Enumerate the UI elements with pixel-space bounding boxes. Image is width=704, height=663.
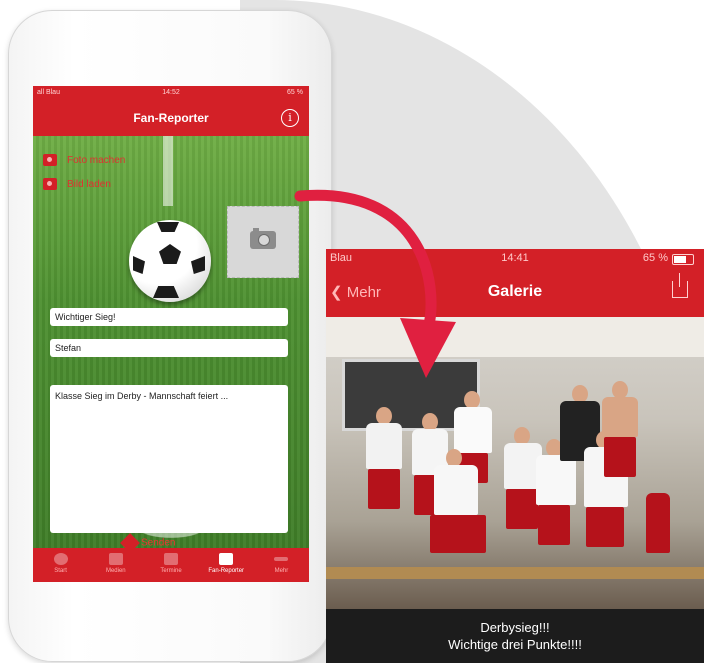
flow-arrow: [294, 189, 456, 378]
